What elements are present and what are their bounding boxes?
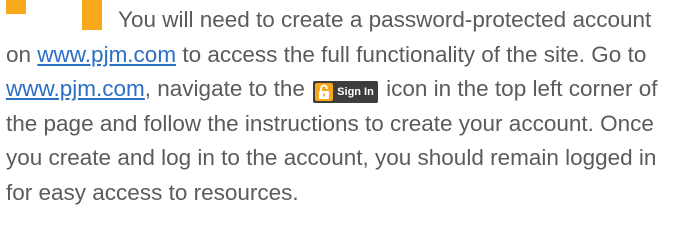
pjm-link-2[interactable]: www.pjm.com — [6, 76, 145, 101]
document-page: You will need to create a password-prote… — [0, 0, 679, 248]
sentence-2-start: , navigate to the — [144, 76, 305, 101]
sign-in-label: Sign In — [337, 86, 374, 98]
sentence-1-end: to access the full functionality of the … — [182, 41, 647, 67]
sign-in-button[interactable]: Sign In — [313, 81, 378, 103]
body-paragraph: You will need to create a password-prote… — [6, 3, 678, 210]
pjm-link-1[interactable]: www.pjm.com — [37, 42, 176, 67]
padlock-icon — [315, 83, 334, 101]
